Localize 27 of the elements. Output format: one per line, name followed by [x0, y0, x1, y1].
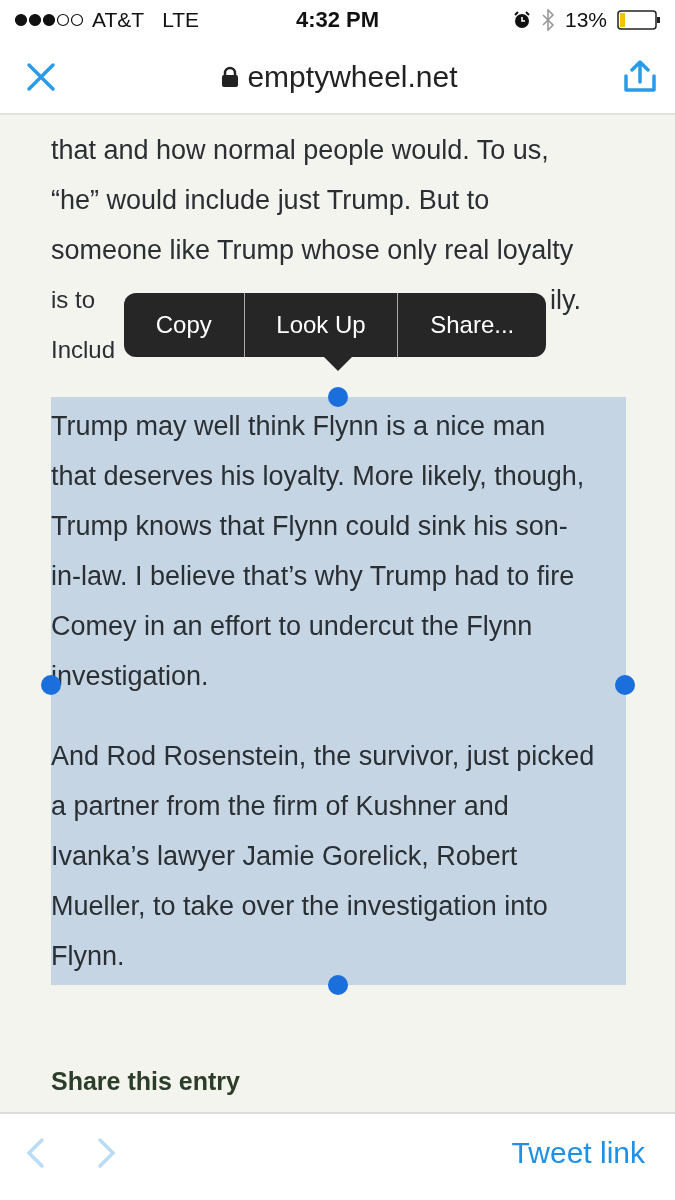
text-line: “he” would include just Trump. But to — [51, 184, 491, 217]
carrier: AT&T — [92, 8, 145, 32]
selection-handle[interactable] — [615, 675, 635, 695]
battery-icon — [617, 10, 661, 30]
close-icon[interactable] — [26, 61, 56, 92]
bluetooth-icon — [540, 9, 555, 31]
alarm-icon — [512, 11, 531, 29]
battery-percent: 13% — [564, 8, 607, 32]
share-icon[interactable] — [623, 59, 657, 94]
url-text[interactable]: emptywheel.net — [247, 59, 458, 94]
text-fragment: Includ — [51, 336, 116, 363]
network-type: LTE — [162, 8, 200, 32]
share-heading: Share this entry — [51, 1067, 241, 1096]
paragraph: And Rod Rosenstein, the survivor, just picked a partner from the firm of Kushner and Ivanka’s lawyer Jamie Gorelick, Robert Mueller, to take over the investigation into Flynn. — [51, 727, 626, 985]
lock-icon — [221, 65, 240, 88]
signal-icon — [14, 13, 84, 27]
text-line: someone like Trump whose only real loyalty — [51, 234, 575, 267]
menu-item[interactable]: Copy — [124, 293, 244, 357]
menu-item[interactable]: Look Up — [243, 293, 398, 357]
selection-handle[interactable] — [328, 975, 348, 995]
text-fragment: ily. — [550, 284, 581, 317]
clock: 4:32 PM — [295, 7, 380, 33]
text-line: that and how normal people would. To us, — [51, 134, 550, 167]
text-fragment: is to — [51, 286, 95, 313]
menu-item[interactable]: Share... — [397, 293, 546, 357]
paragraph: Trump may well think Flynn is a nice man that deserves his loyalty. More likely, though, Trump knows that Flynn could sink his son- in-law. I believe that’s why Trump had to fire Comey in an effort to undercut the Flynn investigation. — [51, 397, 626, 705]
selection-handle[interactable] — [328, 387, 348, 407]
